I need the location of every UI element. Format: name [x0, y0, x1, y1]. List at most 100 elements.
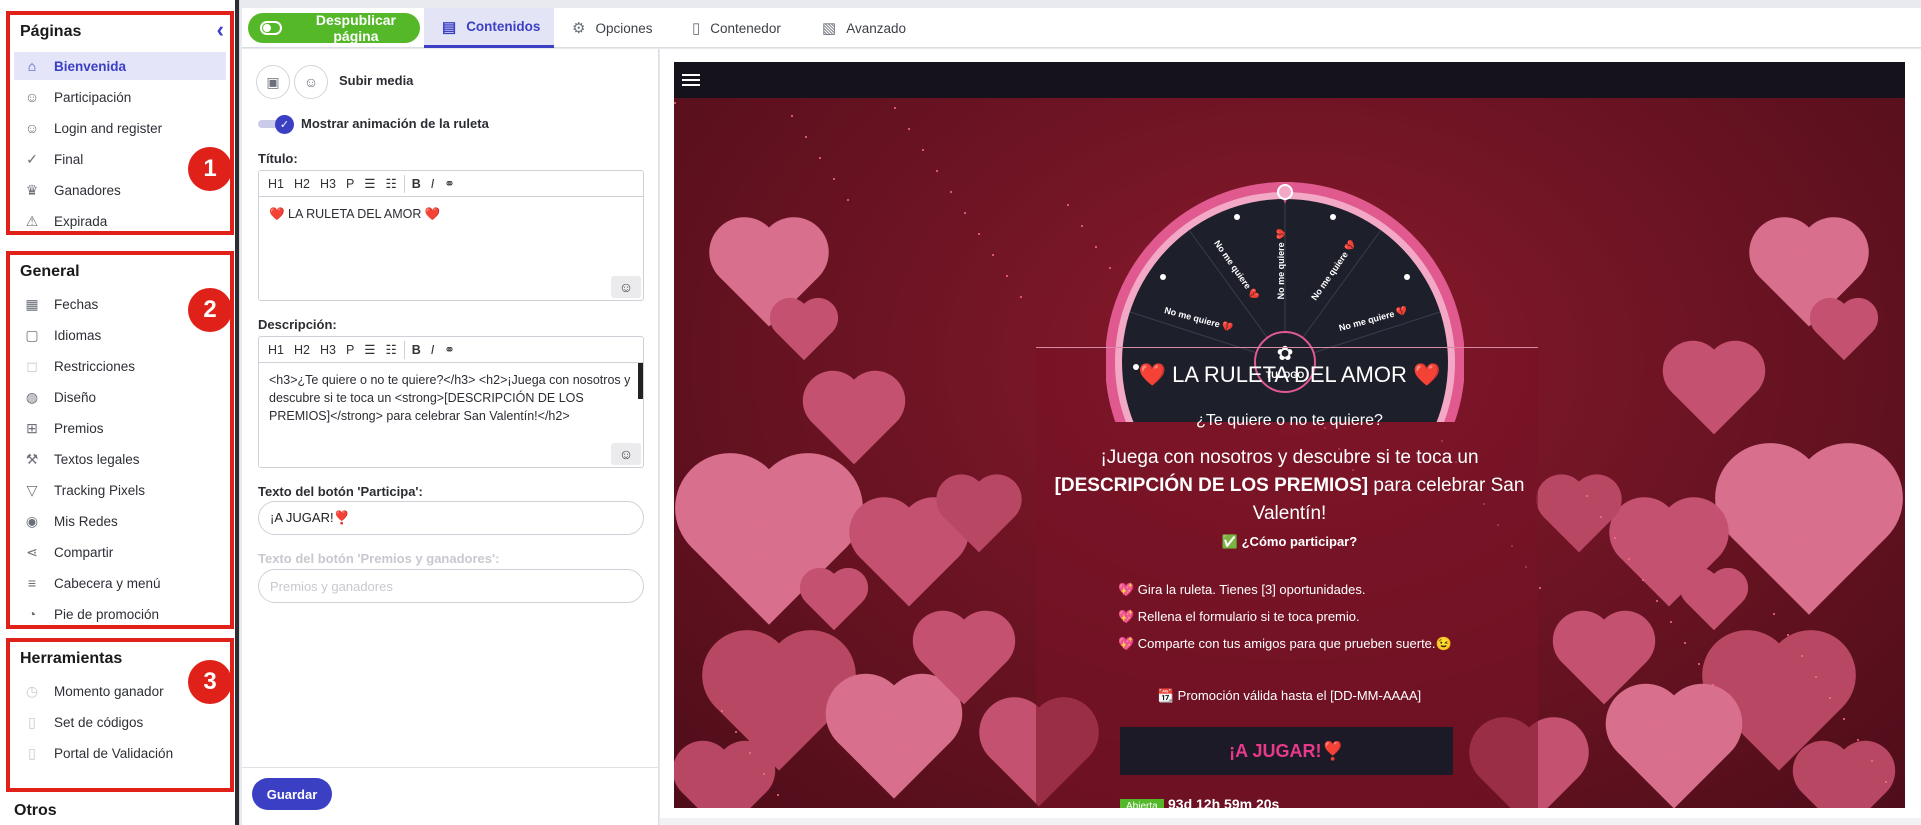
- p-button[interactable]: P: [341, 177, 359, 191]
- sidebar-item-expirada[interactable]: ⚠ Expirada: [14, 207, 226, 235]
- sidebar-item-label: Participación: [54, 89, 132, 105]
- image-upload-button[interactable]: ▣: [256, 65, 290, 99]
- sidebar-item-participacion[interactable]: ☺ Participación: [14, 83, 226, 111]
- h2-button[interactable]: H2: [289, 177, 315, 191]
- sidebar-item-restricciones[interactable]: ◻ Restricciones: [14, 352, 226, 380]
- horizontal-scrollbar[interactable]: [660, 818, 1921, 825]
- sidebar-item-momento-ganador[interactable]: ◷ Momento ganador: [14, 677, 226, 705]
- heart-decoration: [805, 573, 863, 631]
- p-button[interactable]: P: [341, 343, 359, 357]
- sidebar-item-label: Bienvenida: [54, 58, 127, 74]
- sidebar-item-label: Premios: [54, 420, 104, 436]
- sidebar-item-premios[interactable]: ⊞ Premios: [14, 414, 226, 442]
- sparkle-dot: [1067, 204, 1069, 206]
- sparkle-dot: [1670, 621, 1672, 623]
- numbered-list-icon[interactable]: ☷: [381, 342, 402, 357]
- sparkle-dot: [1081, 225, 1083, 227]
- section-paginas: Páginas ‹ 1 ⌂ Bienvenida ☺ Participación…: [6, 11, 234, 235]
- sidebar-item-idiomas[interactable]: ▢ Idiomas: [14, 321, 226, 349]
- bold-button[interactable]: B: [407, 177, 426, 191]
- wheel-animation-toggle[interactable]: ✓: [258, 115, 294, 134]
- emoji-icon[interactable]: ☺: [611, 276, 641, 298]
- user-icon: ☺: [24, 89, 40, 105]
- h3-button[interactable]: H3: [315, 177, 341, 191]
- sidebar-item-pie-promocion[interactable]: ◔ Pie de promoción: [14, 600, 226, 628]
- title-editor[interactable]: H1 H2 H3 P ☰ ☷ B I ⚭ ❤️ LA RULETA DEL AM…: [258, 170, 644, 301]
- unpublish-label: Despublicar página: [315, 12, 396, 44]
- video-upload-button[interactable]: ☺: [294, 65, 328, 99]
- section-title-otros[interactable]: Otros: [14, 802, 57, 820]
- bullet-list-icon[interactable]: ☰: [359, 176, 380, 191]
- unpublish-button[interactable]: Despublicar página: [248, 12, 420, 44]
- divider: [242, 767, 659, 768]
- content-editor: ▣ ☺ Subir media ✓ Mostrar animación de l…: [242, 49, 659, 825]
- sidebar-item-ganadores[interactable]: ♛ Ganadores: [14, 176, 226, 204]
- countdown: 93d 12h 59m 20s: [1168, 796, 1280, 808]
- participate-button-input[interactable]: ¡A JUGAR!❣️: [258, 501, 644, 535]
- calendar-icon: ▦: [25, 295, 39, 312]
- tab-contenedor[interactable]: ▯ Contenedor: [674, 8, 804, 48]
- code-icon: ▯: [28, 713, 36, 730]
- sparkle-dot: [1684, 642, 1686, 644]
- sidebar-item-final[interactable]: ✓ Final: [14, 145, 226, 173]
- sidebar-item-cabecera[interactable]: ≡ Cabecera y menú: [14, 569, 226, 597]
- bullet-list-icon[interactable]: ☰: [359, 342, 380, 357]
- palette-icon: ◍: [25, 388, 39, 405]
- sidebar-item-label: Login and register: [54, 120, 163, 136]
- filter-icon: ▽: [26, 481, 38, 498]
- sparkle-dot: [1815, 676, 1817, 678]
- emoji-icon[interactable]: ☺: [611, 443, 641, 465]
- sparkle-dot: [819, 157, 821, 159]
- sparkle-dot: [791, 115, 793, 117]
- description-editor[interactable]: H1 H2 H3 P ☰ ☷ B I ⚭ <h3>¿Te quiere o no…: [258, 336, 644, 468]
- sparkle-dot: [1628, 558, 1630, 560]
- chat-icon: ▢: [25, 326, 39, 343]
- play-button[interactable]: ¡A JUGAR!❣️: [1120, 727, 1453, 775]
- step-1: 💖 Gira la ruleta. Tienes [3] oportunidad…: [1118, 582, 1366, 597]
- tab-opciones[interactable]: ⚙ Opciones: [554, 8, 674, 48]
- h2-button[interactable]: H2: [289, 343, 315, 357]
- italic-button[interactable]: I: [426, 343, 439, 357]
- sidebar-item-label: Diseño: [54, 389, 97, 405]
- tab-contenidos[interactable]: ▤ Contenidos: [424, 8, 554, 48]
- tab-label: Contenidos: [466, 19, 541, 34]
- h1-button[interactable]: H1: [263, 343, 289, 357]
- desc-strong: [DESCRIPCIÓN DE LOS PREMIOS]: [1054, 475, 1369, 496]
- sidebar-item-login[interactable]: ☺ Login and register: [14, 114, 226, 142]
- sidebar-item-mis-redes[interactable]: ◉ Mis Redes: [14, 507, 226, 535]
- upload-media-label[interactable]: Subir media: [339, 73, 413, 88]
- chevron-left-icon[interactable]: ‹: [217, 19, 224, 41]
- hamburger-menu-icon[interactable]: [682, 71, 702, 89]
- sidebar-item-textos-legales[interactable]: ⚒ Textos legales: [14, 445, 226, 473]
- scrollbar[interactable]: [638, 363, 643, 399]
- sidebar-item-tracking-pixels[interactable]: ▽ Tracking Pixels: [14, 476, 226, 504]
- h1-button[interactable]: H1: [263, 177, 289, 191]
- user-lock-icon: ☺: [24, 120, 40, 136]
- numbered-list-icon[interactable]: ☷: [381, 176, 402, 191]
- wheel-animation-label: Mostrar animación de la ruleta: [301, 116, 489, 131]
- italic-button[interactable]: I: [426, 177, 439, 191]
- description-text[interactable]: <h3>¿Te quiere o no te quiere?</h3> <h2>…: [259, 363, 643, 467]
- prizes-button-input[interactable]: Premios y ganadores: [258, 569, 644, 603]
- sidebar-item-fechas[interactable]: ▦ Fechas: [14, 290, 226, 318]
- sparkle-dot: [763, 773, 765, 775]
- sidebar-item-label: Portal de Validación: [54, 745, 174, 761]
- sidebar-item-portal-validacion[interactable]: ▯ Portal de Validación: [14, 739, 226, 767]
- sidebar-item-diseno[interactable]: ◍ Diseño: [14, 383, 226, 411]
- save-button[interactable]: Guardar: [252, 778, 332, 810]
- title-text[interactable]: ❤️ LA RULETA DEL AMOR ❤️ ☺: [259, 197, 643, 300]
- tab-avanzado[interactable]: ▧ Avanzado: [804, 8, 924, 48]
- sidebar-item-set-codigos[interactable]: ▯ Set de códigos: [14, 708, 226, 736]
- sparkle-dot: [833, 178, 835, 180]
- pie-chart-icon: ◔: [27, 606, 37, 622]
- sparkle-dot: [1539, 587, 1541, 589]
- sidebar-item-compartir[interactable]: ⋖ Compartir: [14, 538, 226, 566]
- link-icon[interactable]: ⚭: [439, 176, 459, 191]
- sidebar-item-bienvenida[interactable]: ⌂ Bienvenida: [14, 52, 226, 80]
- bold-button[interactable]: B: [407, 343, 426, 357]
- link-icon[interactable]: ⚭: [439, 342, 459, 357]
- globe-icon: ◉: [25, 512, 39, 529]
- sparkle-dot: [1773, 613, 1775, 615]
- divider: [403, 174, 405, 193]
- h3-button[interactable]: H3: [315, 343, 341, 357]
